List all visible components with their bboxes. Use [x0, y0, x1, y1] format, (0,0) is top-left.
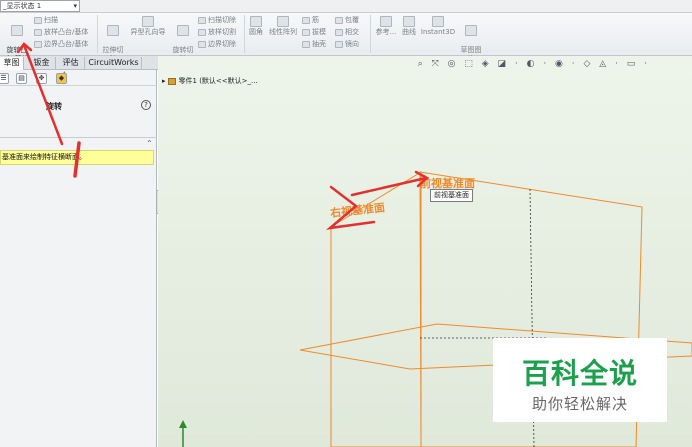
swept-cut-icon	[198, 16, 206, 24]
loft-icon	[34, 28, 42, 36]
tab-evaluate[interactable]: 评估	[57, 57, 85, 70]
hole-wizard-button[interactable]: 异型孔向导	[128, 16, 168, 37]
configuration-manager-tab-icon[interactable]: ✥	[36, 73, 47, 84]
rib-button[interactable]: 筋	[302, 16, 319, 25]
shell-icon	[302, 40, 310, 48]
display-manager-tab-icon[interactable]: ◆	[56, 73, 67, 84]
shell-label: 抽壳	[312, 40, 326, 48]
hole-wizard-icon	[142, 16, 154, 27]
swept-cut-button[interactable]: 扫描切除	[198, 16, 236, 25]
feature-manager-tab-icon[interactable]: ☰	[0, 73, 9, 84]
wrap-icon	[335, 16, 343, 24]
instant3d-button[interactable]: Instant3D	[420, 16, 456, 37]
lofted-cut-icon	[198, 28, 206, 36]
boundary-boss-label: 边界凸台/基体	[44, 40, 89, 48]
curves-icon	[403, 16, 415, 27]
message-box: 基准面来绘制特征横断面。	[0, 150, 154, 165]
reference-geometry-button[interactable]: 参考...	[373, 16, 399, 37]
loft-boss-label: 放样凸台/基体	[44, 28, 89, 36]
sweep-button[interactable]: 扫描	[34, 16, 58, 25]
message-section-header[interactable]: ⌃	[0, 137, 157, 149]
fillet-icon	[250, 16, 262, 27]
loft-boss-button[interactable]: 放样凸台/基体	[34, 28, 88, 37]
boundary-cut-label: 边界切除	[208, 40, 236, 48]
sketch-picture-icon	[465, 25, 477, 36]
intersect-icon	[335, 28, 343, 36]
heads-up-view-toolbar[interactable]: ⌕ ⤧ ◎ ⬚ ◈ ◪ · ◐ · ◉ · ◇ ◬ · ▭ ·	[418, 59, 650, 71]
ribbon-separator	[244, 15, 245, 53]
tab-circuitworks[interactable]: CircuitWorks	[86, 57, 142, 70]
feature-tree-root[interactable]: ▸ 零件1 (默认<<默认>_...	[162, 76, 258, 86]
revolve-cut-icon	[177, 25, 189, 36]
boundary-cut-button[interactable]: 边界切除	[198, 40, 236, 49]
linear-pattern-icon	[277, 16, 289, 27]
chevron-up-icon[interactable]: ⌃	[146, 139, 153, 148]
feature-title: 旋转	[46, 102, 62, 111]
property-manager-panel: ▲ ☰ ▤ ✥ ◆ 旋转 ? ⌃ 基准面来绘制特征横断面。	[0, 70, 157, 447]
revolve-icon	[11, 25, 23, 36]
tab-sketch-label: 草图	[3, 58, 20, 67]
help-icon[interactable]: ?	[141, 100, 151, 110]
watermark: 百科全说 助你轻松解决	[493, 338, 667, 422]
fillet-label: 圆角	[249, 28, 263, 36]
watermark-title: 百科全说	[521, 357, 638, 390]
features-ribbon: 旋转凸 台/基体 扫描 放样凸台/基体 边界凸台/基体 拉伸切 除 异型孔向导 …	[0, 13, 692, 63]
watermark-subtitle: 助你轻松解决	[531, 395, 628, 413]
intersect-label: 相交	[345, 28, 359, 36]
reference-geometry-icon	[380, 16, 392, 27]
lofted-cut-label: 放样切割	[208, 28, 236, 36]
draft-icon	[302, 28, 310, 36]
origin-triad-icon	[179, 420, 187, 447]
feature-tree-root-label: 零件1 (默认<<默认>_...	[178, 77, 258, 85]
configuration-value: _显示状态 1	[3, 2, 42, 10]
instant3d-label: Instant3D	[420, 28, 456, 36]
expand-arrow-icon[interactable]: ▸	[162, 77, 166, 85]
fillet-button[interactable]: 圆角	[247, 16, 265, 37]
sweep-icon	[34, 16, 42, 24]
ribbon-separator	[370, 15, 371, 53]
lofted-cut-button[interactable]: 放样切割	[198, 28, 236, 37]
draft-button[interactable]: 拔模	[302, 28, 326, 37]
ribbon-separator	[97, 15, 98, 53]
reference-geometry-label: 参考...	[375, 28, 397, 36]
intersect-button[interactable]: 相交	[335, 28, 359, 37]
hole-wizard-label: 异型孔向导	[130, 28, 166, 36]
property-manager-tab-icon[interactable]: ▤	[16, 73, 27, 84]
linear-pattern-label: 线性阵列	[269, 28, 297, 36]
extrude-cut-icon	[107, 25, 119, 36]
rib-icon	[302, 16, 310, 24]
draft-label: 拔模	[312, 28, 326, 36]
instant3d-icon	[432, 16, 444, 27]
configuration-dropdown[interactable]: _显示状态 1 ▾	[0, 0, 80, 12]
boundary-cut-icon	[198, 40, 206, 48]
boundary-boss-button[interactable]: 边界凸台/基体	[34, 40, 88, 49]
panel-toolbar: ▲ ☰ ▤ ✥ ◆	[0, 70, 157, 86]
shell-button[interactable]: 抽壳	[302, 40, 326, 49]
wrap-button[interactable]: 包覆	[335, 16, 359, 25]
boundary-icon	[34, 40, 42, 48]
mirror-label: 镜向	[345, 40, 359, 48]
config-strip: _显示状态 1 ▾	[0, 0, 692, 13]
command-manager-tabs: 草图 钣金 评估 CircuitWorks	[0, 56, 158, 70]
tab-circuitworks-label: CircuitWorks	[88, 58, 139, 67]
curves-button[interactable]: 曲线	[400, 16, 418, 37]
mirror-button[interactable]: 镜向	[335, 40, 359, 49]
wrap-label: 包覆	[345, 16, 359, 24]
plane-tooltip: 前视基准面	[430, 189, 473, 202]
part-icon	[167, 77, 176, 85]
tab-evaluate-label: 评估	[62, 58, 79, 67]
tab-sheet-metal-label: 钣金	[33, 58, 50, 67]
curves-label: 曲线	[402, 28, 416, 36]
tab-sketch[interactable]: 草图	[0, 57, 24, 70]
swept-cut-label: 扫描切除	[208, 16, 236, 24]
chevron-down-icon: ▾	[73, 2, 77, 10]
rib-label: 筋	[312, 16, 319, 24]
sweep-label: 扫描	[44, 16, 58, 24]
linear-pattern-button[interactable]: 线性阵列	[267, 16, 299, 37]
mirror-icon	[335, 40, 343, 48]
tab-sheet-metal[interactable]: 钣金	[28, 57, 56, 70]
